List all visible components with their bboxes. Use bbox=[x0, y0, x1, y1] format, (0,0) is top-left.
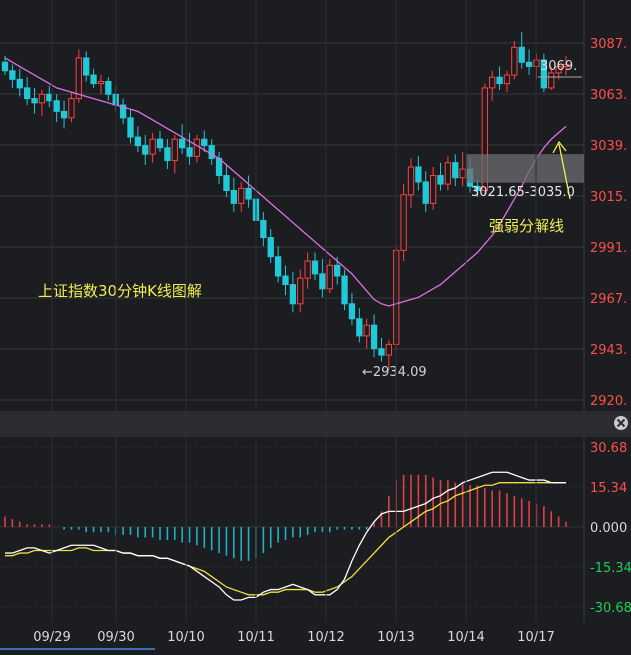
candle-body bbox=[267, 237, 274, 258]
candle-body bbox=[223, 175, 230, 192]
macd-tick-label: 15.34 bbox=[590, 481, 627, 496]
date-tick-label: 10/10 bbox=[167, 630, 204, 645]
candle-body bbox=[452, 162, 459, 179]
date-tick-label: 09/30 bbox=[97, 630, 134, 645]
candle-body bbox=[289, 284, 297, 305]
candle-body bbox=[459, 168, 466, 179]
candle-body bbox=[370, 324, 378, 350]
candle-body bbox=[38, 93, 46, 104]
price-tick-label: 2943. bbox=[590, 343, 627, 358]
last-price-label: 3069. bbox=[540, 59, 577, 74]
candle-body bbox=[548, 72, 555, 89]
candle-body bbox=[9, 70, 16, 80]
low-price-label: ←2934.09 bbox=[362, 365, 427, 380]
candle-body bbox=[319, 273, 326, 290]
chart-title: 上证指数30分钟K线图解 bbox=[38, 282, 202, 300]
candle-body bbox=[304, 260, 311, 279]
candle-body bbox=[437, 175, 444, 185]
candle-body bbox=[23, 87, 31, 100]
candle-body bbox=[53, 100, 60, 112]
date-tick-label: 10/12 bbox=[307, 630, 344, 645]
candle-body bbox=[415, 166, 422, 183]
panel-separator bbox=[0, 411, 631, 437]
candle-body bbox=[142, 145, 149, 155]
candle-body bbox=[97, 80, 105, 85]
date-tick-label: 09/29 bbox=[33, 630, 70, 645]
candle-body bbox=[83, 57, 90, 76]
candle-body bbox=[208, 145, 215, 159]
candle-body bbox=[60, 110, 68, 119]
candle-body bbox=[378, 348, 385, 356]
price-tick-label: 3063. bbox=[590, 88, 627, 103]
candle-body bbox=[274, 256, 282, 277]
candle-body bbox=[297, 277, 304, 305]
candle-body bbox=[245, 187, 252, 200]
candle-body bbox=[489, 76, 496, 89]
candle bbox=[341, 269, 348, 311]
macd-tick-label: -15.34 bbox=[590, 561, 631, 576]
date-tick-label: 10/14 bbox=[447, 630, 484, 645]
price-tick-label: 2920. bbox=[590, 394, 627, 409]
chart-root: 3087. 3063. 3039. 3015. 2991. 2967. 2943. 2920.… bbox=[0, 0, 631, 651]
candle-body bbox=[1, 61, 9, 72]
candle-body bbox=[201, 138, 208, 147]
candle-body bbox=[525, 61, 533, 68]
candle-body bbox=[334, 264, 341, 277]
candle-body bbox=[215, 157, 223, 177]
macd-tick-label: 30.68 bbox=[590, 441, 627, 456]
candle-body bbox=[311, 260, 319, 275]
candle-body bbox=[127, 117, 134, 138]
divider-zone-label: 3021.65-3035.0 bbox=[471, 185, 575, 200]
candle-body bbox=[179, 138, 186, 149]
candle-body bbox=[75, 57, 82, 100]
candle-body bbox=[230, 190, 237, 204]
candle-body bbox=[171, 138, 178, 162]
candle-body bbox=[260, 219, 267, 239]
candle-body bbox=[356, 318, 363, 337]
candle-body bbox=[164, 147, 171, 162]
candle-body bbox=[46, 93, 53, 102]
candle-body bbox=[105, 80, 112, 95]
candle-body bbox=[385, 343, 392, 356]
candle-body bbox=[186, 147, 193, 157]
macd-tick-label: 0.000 bbox=[590, 521, 627, 536]
candle-body bbox=[363, 324, 370, 337]
price-tick-label: 3015. bbox=[590, 190, 627, 205]
candle-body bbox=[518, 46, 525, 63]
price-tick-label: 2967. bbox=[590, 292, 627, 307]
candle-body bbox=[282, 275, 289, 286]
candle-body bbox=[31, 98, 38, 104]
candle-body bbox=[68, 98, 75, 119]
chart-canvas: 3087. 3063. 3039. 3015. 2991. 2967. 2943. 2920.… bbox=[0, 0, 631, 651]
price-tick-label: 3087. bbox=[590, 37, 627, 52]
candle-body bbox=[407, 166, 415, 196]
date-tick-label: 10/11 bbox=[237, 630, 274, 645]
candle-body bbox=[496, 76, 503, 85]
divider-label: 强弱分解线 bbox=[489, 217, 564, 235]
candle-body bbox=[326, 264, 333, 290]
candle-body bbox=[400, 194, 407, 251]
candle-body bbox=[90, 74, 97, 85]
candle-body bbox=[341, 275, 348, 305]
candle-body bbox=[238, 187, 245, 204]
candle-body bbox=[348, 303, 356, 320]
price-tick-label: 2991. bbox=[590, 241, 627, 256]
candle-body bbox=[134, 136, 142, 147]
candle-body bbox=[193, 138, 201, 157]
candle bbox=[400, 184, 407, 262]
date-tick-label: 10/17 bbox=[517, 630, 554, 645]
macd-tick-label: -30.68 bbox=[590, 601, 631, 616]
candle-body bbox=[422, 181, 429, 204]
price-tick-label: 3039. bbox=[590, 139, 627, 154]
date-tick-label: 10/13 bbox=[377, 630, 414, 645]
candle-body bbox=[156, 138, 164, 149]
candle-body bbox=[511, 46, 518, 76]
candle-body bbox=[444, 162, 452, 185]
candle-body bbox=[503, 74, 511, 85]
candle-body bbox=[429, 175, 437, 204]
candle-body bbox=[149, 138, 156, 155]
candle-body bbox=[16, 78, 23, 89]
